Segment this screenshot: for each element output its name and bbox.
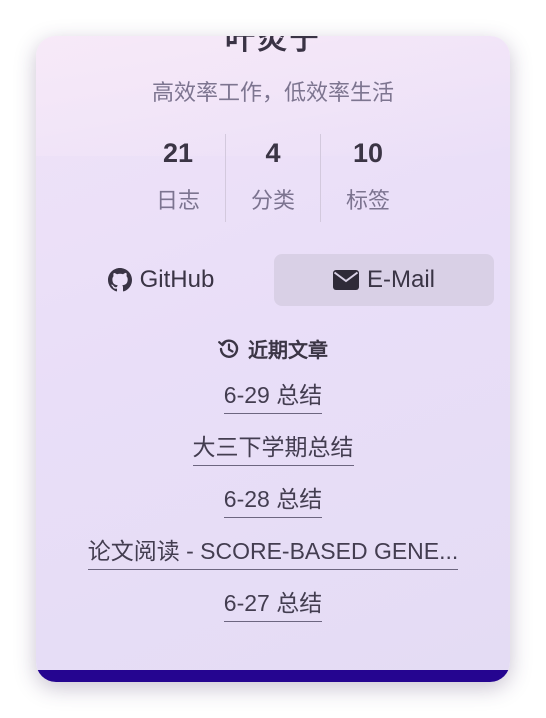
post-link[interactable]: 6-29 总结 — [223, 379, 323, 414]
list-item: 6-27 总结 — [36, 587, 510, 639]
author-motto: 高效率工作，低效率生活 — [151, 80, 394, 105]
email-link[interactable]: E-Mail — [274, 254, 494, 306]
stat-label: 日志 — [155, 188, 200, 213]
card-footer-bar — [36, 670, 510, 682]
envelope-icon — [332, 270, 359, 290]
stat-categories[interactable]: 4 分类 — [225, 134, 320, 222]
list-item: 大三下学期总结 — [36, 431, 510, 483]
email-label: E-Mail — [366, 266, 435, 293]
list-item: 论文阅读 - SCORE-BASED GENE... — [36, 535, 510, 587]
github-link[interactable]: GitHub — [51, 254, 271, 306]
list-item: 6-28 总结 — [36, 483, 510, 535]
site-stats: 21 日志 4 分类 10 标签 — [131, 134, 415, 222]
stat-tags[interactable]: 10 标签 — [320, 134, 415, 222]
author-name: 叶炎宁 — [225, 36, 321, 56]
github-label: GitHub — [139, 266, 215, 293]
stat-count: 10 — [352, 138, 384, 168]
list-item: 6-29 总结 — [36, 379, 510, 431]
stat-count: 4 — [265, 138, 281, 168]
sidebar-card: 叶炎宁 高效率工作，低效率生活 21 日志 4 分类 10 标签 GitHub — [36, 36, 510, 682]
post-link[interactable]: 论文阅读 - SCORE-BASED GENE... — [87, 535, 459, 570]
history-icon — [218, 339, 239, 358]
recent-posts-list: 6-29 总结 大三下学期总结 6-28 总结 论文阅读 - SCORE-BAS… — [36, 379, 510, 639]
stat-label: 标签 — [345, 188, 390, 213]
post-link[interactable]: 6-28 总结 — [223, 483, 323, 518]
github-icon — [107, 268, 132, 292]
post-link[interactable]: 大三下学期总结 — [192, 431, 354, 466]
post-link[interactable]: 6-27 总结 — [223, 587, 323, 622]
stat-posts[interactable]: 21 日志 — [131, 134, 225, 222]
recent-posts-title: 近期文章 — [36, 334, 510, 363]
stat-count: 21 — [162, 138, 194, 168]
stat-label: 分类 — [250, 188, 295, 213]
recent-posts-label: 近期文章 — [248, 340, 328, 362]
social-links: GitHub E-Mail — [36, 254, 510, 306]
